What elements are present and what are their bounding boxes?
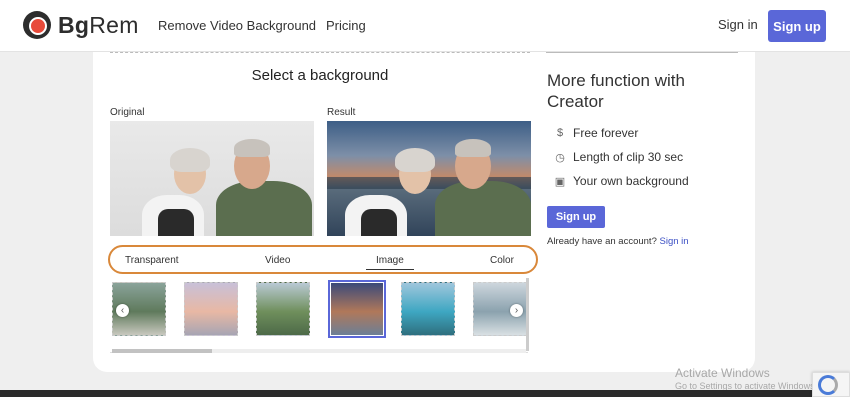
creator-promo-title: More function with Creator (547, 71, 685, 111)
signup-button-creator[interactable]: Sign up (547, 206, 605, 228)
logo-icon (23, 11, 51, 39)
clock-icon: ◷ (555, 151, 565, 164)
nav-pricing[interactable]: Pricing (326, 18, 366, 33)
brand-logo[interactable]: BgRem (23, 11, 139, 39)
background-thumbnail-lake-mountain-sunset[interactable] (328, 280, 386, 338)
vertical-scrollbar[interactable] (526, 278, 529, 351)
signin-link[interactable]: Sign in (718, 17, 758, 32)
divider (110, 52, 530, 53)
dollar-icon: $ (556, 127, 564, 139)
chevron-right-icon[interactable]: › (510, 304, 523, 317)
signup-button[interactable]: Sign up (768, 10, 826, 42)
tab-image[interactable]: Image (376, 255, 404, 266)
background-thumbnail-river-mountain[interactable] (256, 282, 310, 336)
select-background-title: Select a background (251, 67, 389, 84)
original-label: Original (110, 107, 145, 118)
result-label: Result (327, 107, 356, 118)
footer-bar (0, 390, 850, 397)
active-tab-indicator (366, 269, 414, 270)
recaptcha-icon (818, 375, 838, 395)
feature-item: $ Free forever (553, 126, 638, 140)
feature-item: ▣ Your own background (554, 174, 689, 188)
already-have-account: Already have an account? Sign in (547, 236, 689, 247)
tab-transparent[interactable]: Transparent (125, 255, 179, 266)
chevron-left-icon[interactable]: ‹ (116, 304, 129, 317)
background-thumbnail-sunset-sky[interactable] (184, 282, 238, 336)
tab-color[interactable]: Color (490, 255, 514, 266)
brand-name: BgRem (58, 11, 139, 38)
signin-link-creator[interactable]: Sign in (660, 236, 689, 247)
activate-windows-title: Activate Windows (675, 366, 770, 380)
thumbnail-strip (110, 278, 528, 353)
feature-item: ◷ Length of clip 30 sec (553, 150, 683, 164)
image-icon: ▣ (554, 175, 566, 188)
tab-video[interactable]: Video (265, 255, 290, 266)
nav-remove-video-background[interactable]: Remove Video Background (158, 18, 316, 33)
result-image (327, 121, 531, 236)
horizontal-scrollbar-thumb[interactable] (112, 349, 212, 353)
background-thumbnail-turquoise-lake[interactable] (401, 282, 455, 336)
original-image (110, 121, 314, 236)
divider (546, 52, 738, 53)
top-navbar: BgRem Remove Video Background Pricing Si… (0, 0, 850, 52)
